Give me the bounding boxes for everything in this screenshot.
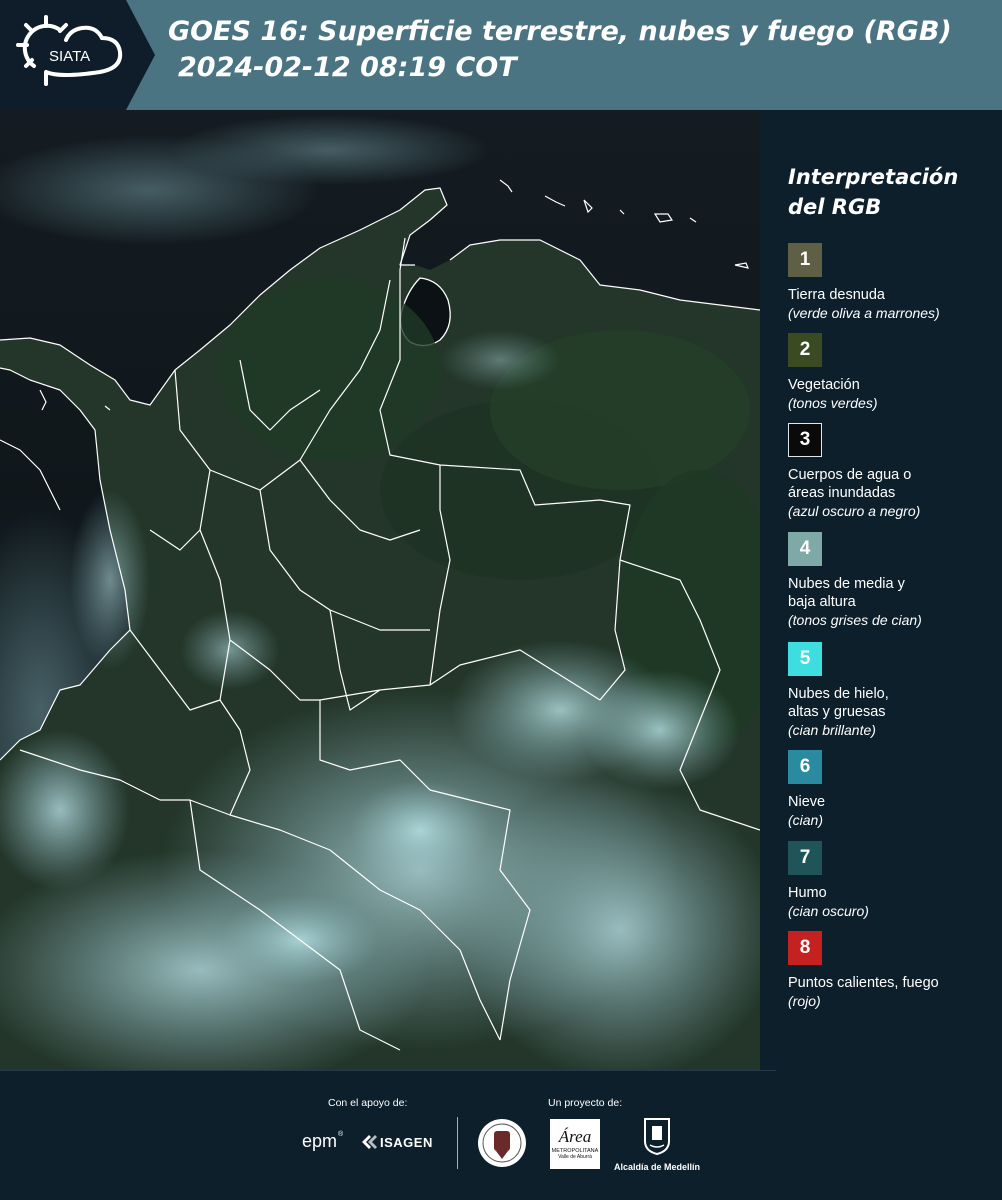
- cloud-ice-3: [350, 780, 490, 880]
- legend-label: Nubes de media y baja altura: [788, 575, 998, 611]
- legend-label: Nubes de hielo, altas y gruesas: [788, 685, 998, 721]
- legend-item-snow: 6 Nieve (cian): [788, 750, 998, 829]
- legend-note: (cian): [788, 812, 824, 828]
- isagen-logo: ISAGEN: [360, 1133, 433, 1151]
- legend-label: Tierra desnuda: [788, 287, 885, 303]
- alcaldia-medellin-logo: Alcaldía de Medellín: [612, 1117, 702, 1172]
- legend-item-bare-soil: 1 Tierra desnuda (verde oliva a marrones…: [788, 243, 998, 322]
- area-logo-text: Área: [558, 1127, 592, 1146]
- title-line-2: 2024-02-12 08:19 COT: [178, 52, 517, 83]
- legend-title-line-1: Interpretación: [788, 165, 959, 189]
- title-line-1: GOES 16: Superficie terrestre, nubes y f…: [168, 16, 952, 47]
- registered-icon: ®: [338, 1131, 344, 1138]
- legend-note: (verde oliva a marrones): [788, 305, 940, 321]
- legend-swatch: 2: [788, 333, 822, 367]
- legend-label: Vegetación: [788, 377, 860, 393]
- cloud-caribbean-2: [170, 115, 490, 185]
- legend-note: (rojo): [788, 993, 821, 1009]
- footer: Con el apoyo de: Un proyecto de: epm ® I…: [0, 1071, 1002, 1200]
- legend-panel: Interpretación del RGB 1 Tierra desnuda …: [760, 110, 1002, 1070]
- legend-note: (azul oscuro a negro): [788, 503, 921, 519]
- epm-logo-text: epm: [302, 1131, 338, 1151]
- legend-label: Cuerpos de agua o áreas inundadas: [788, 466, 998, 502]
- legend-swatch: 5: [788, 642, 822, 676]
- area-metropolitana-logo: Área METROPOLITANA Valle de Aburrá: [550, 1119, 600, 1169]
- page-title: GOES 16: Superficie terrestre, nubes y f…: [168, 14, 952, 86]
- project-label: Un proyecto de:: [548, 1097, 623, 1109]
- legend-item-ice-clouds: 5 Nubes de hielo, altas y gruesas (cian …: [788, 642, 998, 739]
- legend-swatch: 1: [788, 243, 822, 277]
- legend-label-line: Nubes de hielo,: [788, 686, 889, 702]
- support-label: Con el apoyo de:: [328, 1097, 408, 1109]
- legend-swatch: 6: [788, 750, 822, 784]
- gobernacion-seal: [476, 1117, 528, 1174]
- legend-label: Puntos calientes, fuego: [788, 975, 939, 991]
- legend-label-line: baja altura: [788, 594, 856, 610]
- legend-label-line: altas y gruesas: [788, 704, 886, 720]
- cloud-northeast: [440, 330, 560, 390]
- logo-text: SIATA: [49, 48, 90, 65]
- legend-title-line-2: del RGB: [788, 195, 882, 219]
- legend-swatch: 7: [788, 841, 822, 875]
- legend-note: (cian oscuro): [788, 903, 869, 919]
- cloud-andes: [180, 610, 280, 690]
- header: SIATA GOES 16: Superficie terrestre, nub…: [0, 0, 1002, 110]
- legend-swatch: 4: [788, 532, 822, 566]
- legend-item-fire: 8 Puntos calientes, fuego (rojo): [788, 931, 998, 1010]
- medellin-shield-icon: [644, 1118, 670, 1156]
- map-canvas: [0, 110, 760, 1070]
- siata-sun-icon: SIATA: [16, 15, 123, 86]
- isagen-logo-text: ISAGEN: [380, 1134, 433, 1150]
- legend-label: Humo: [788, 885, 827, 901]
- seal-icon: [478, 1119, 526, 1167]
- siata-logo: SIATA: [0, 0, 155, 110]
- legend-label: Nieve: [788, 794, 826, 810]
- legend-item-mid-low-clouds: 4 Nubes de media y baja altura (tonos gr…: [788, 532, 998, 629]
- area-logo-sub2: Valle de Aburrá: [558, 1154, 592, 1160]
- legend-swatch: 3: [788, 423, 822, 457]
- legend-item-water: 3 Cuerpos de agua o áreas inundadas (azu…: [788, 423, 998, 520]
- cloud-ice-2: [580, 670, 740, 790]
- isagen-icon: [362, 1135, 377, 1149]
- legend-title: Interpretación del RGB: [788, 162, 958, 222]
- legend-swatch: 8: [788, 931, 822, 965]
- veg-north: [220, 280, 440, 460]
- legend-label-line: Nubes de media y: [788, 576, 905, 592]
- legend-item-vegetation: 2 Vegetación (tonos verdes): [788, 333, 998, 412]
- cloud-pacific-2: [70, 490, 150, 670]
- footer-divider: [457, 1117, 458, 1169]
- legend-note: (tonos grises de cian): [788, 612, 922, 628]
- legend-note: (cian brillante): [788, 722, 876, 738]
- legend-item-smoke: 7 Humo (cian oscuro): [788, 841, 998, 920]
- legend-note: (tonos verdes): [788, 395, 878, 411]
- alcaldia-text: Alcaldía de Medellín: [613, 1162, 701, 1172]
- satellite-map[interactable]: [0, 110, 760, 1070]
- legend-label-line: áreas inundadas: [788, 485, 896, 501]
- epm-logo: epm ®: [302, 1131, 343, 1152]
- legend-label-line: Cuerpos de agua o: [788, 467, 912, 483]
